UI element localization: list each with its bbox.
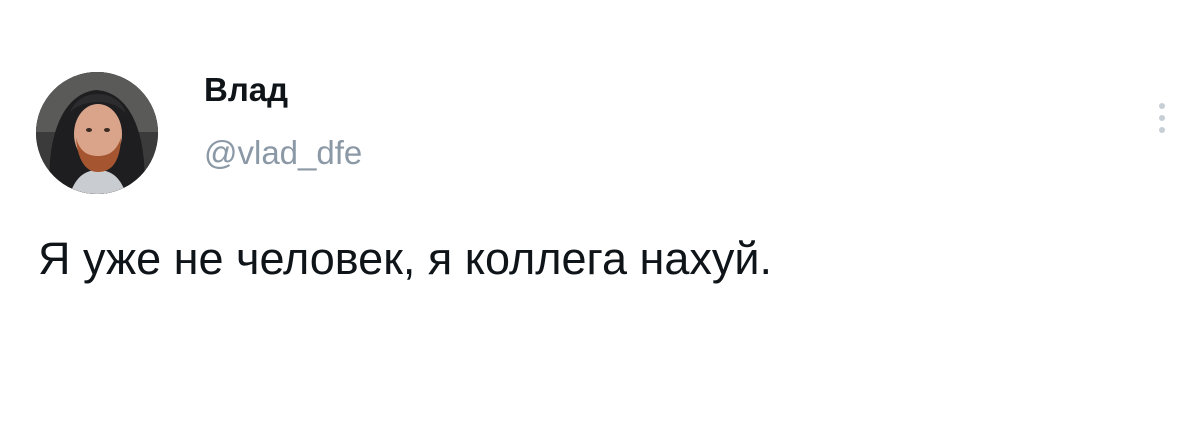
avatar-image — [36, 72, 158, 194]
tweet-card: Влад @vlad_dfe Я уже не человек, я колле… — [0, 0, 1197, 423]
tweet-text: Я уже не человек, я коллега нахуй. — [38, 233, 773, 284]
more-vertical-icon — [1159, 103, 1165, 133]
avatar[interactable] — [36, 72, 158, 194]
username-handle[interactable]: @vlad_dfe — [204, 133, 362, 173]
more-options-button[interactable] — [1146, 94, 1178, 142]
display-name[interactable]: Влад — [204, 70, 288, 110]
